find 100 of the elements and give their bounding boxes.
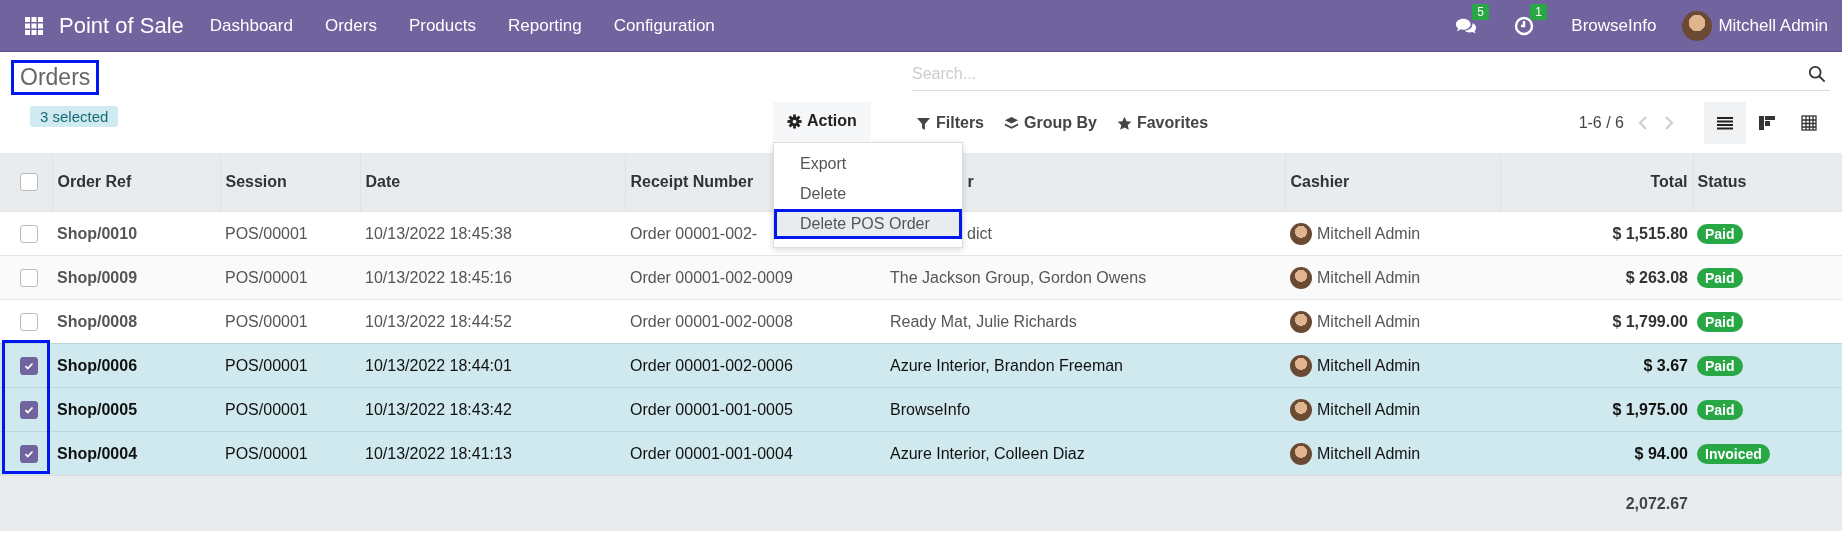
nav-menu-item[interactable]: Configuration xyxy=(613,15,715,36)
column-header[interactable]: Total xyxy=(1650,173,1688,190)
nav-menu-item[interactable]: Orders xyxy=(324,15,377,36)
nav-menu-item[interactable]: Products xyxy=(408,15,476,36)
table-cell: Azure Interior, Colleen Diaz xyxy=(890,444,1085,462)
table-cell: Order 00001-002-0006 xyxy=(630,356,793,374)
table-cell: dict xyxy=(967,224,992,242)
cashier-avatar xyxy=(1290,222,1312,245)
apps-menu-icon[interactable] xyxy=(25,16,43,35)
page-title: Orders xyxy=(14,63,97,92)
table-cell: Mitchell Admin xyxy=(1317,444,1421,463)
clock-icon[interactable] xyxy=(1513,15,1536,36)
column-header[interactable]: Date xyxy=(365,173,401,190)
table-cell: $ 1,515.80 xyxy=(1612,224,1688,242)
dropdown-item[interactable]: Export xyxy=(774,149,962,179)
sum-total: 2,072.67 xyxy=(1625,494,1688,512)
cashier-avatar xyxy=(1290,266,1312,289)
table-cell: Order 00001-001-0004 xyxy=(630,444,793,462)
table-cell: $ 1,799.00 xyxy=(1612,312,1688,330)
table-cell: Order 00001-001-0005 xyxy=(630,400,793,418)
cashier-avatar xyxy=(1290,398,1312,421)
count-badge: 5 xyxy=(1472,3,1490,20)
status-badge: Paid xyxy=(1697,267,1743,288)
table-cell: 10/13/2022 18:44:01 xyxy=(365,356,512,374)
table-cell: The Jackson Group, Gordon Owens xyxy=(890,268,1147,286)
grid-icon xyxy=(1801,115,1817,131)
status-badge: Paid xyxy=(1697,355,1743,376)
column-header[interactable]: Receipt Number xyxy=(630,173,754,190)
dropdown-item[interactable]: Delete POS Order xyxy=(774,209,962,239)
cashier-avatar xyxy=(1290,310,1312,333)
table-cell: Mitchell Admin xyxy=(1317,400,1421,419)
table-cell: Azure Interior, Brandon Freeman xyxy=(890,356,1123,374)
row-checkbox[interactable] xyxy=(20,356,38,375)
table-cell: Shop/0009 xyxy=(57,268,138,286)
kanban-icon xyxy=(1759,115,1775,131)
table-cell: $ 94.00 xyxy=(1634,444,1688,462)
column-header[interactable]: Session xyxy=(225,173,287,190)
table-row[interactable]: Shop/0005 POS/00001 10/13/2022 18:43:42 Order 00001-001-0005 BrowseInfo Mitchell Admin $ 1,975.00 Paid xyxy=(0,387,1842,432)
nav-menu-item[interactable]: Reporting xyxy=(508,15,582,36)
column-header[interactable]: Order Ref xyxy=(57,173,132,190)
table-cell: POS/00001 xyxy=(225,444,308,462)
status-badge: Paid xyxy=(1697,223,1743,244)
table-cell: 10/13/2022 18:45:38 xyxy=(365,224,512,242)
table-cell: 10/13/2022 18:41:13 xyxy=(365,444,512,462)
column-header[interactable]: Status xyxy=(1697,173,1747,190)
company-name[interactable]: BrowseInfo xyxy=(1571,15,1657,36)
row-checkbox[interactable] xyxy=(20,268,38,287)
table-cell: BrowseInfo xyxy=(890,400,971,418)
filter-icon xyxy=(916,115,931,131)
column-header[interactable]: r xyxy=(967,173,974,190)
table-cell: Mitchell Admin xyxy=(1317,268,1421,287)
select-all-checkbox[interactable] xyxy=(20,173,38,192)
table-cell: Shop/0006 xyxy=(57,356,138,374)
selection-badge: 3 selected xyxy=(30,106,119,127)
table-row[interactable]: Shop/0008 POS/00001 10/13/2022 18:44:52 Order 00001-002-0008 Ready Mat, Julie Richards Mitchell Admin $ 1,799.00 Paid xyxy=(0,299,1842,344)
table-cell: Order 00001-002-0009 xyxy=(630,268,793,286)
table-row[interactable]: Shop/0009 POS/00001 10/13/2022 18:45:16 Order 00001-002-0009 The Jackson Group, Gordon Owens Mitchell Admin $ 263.08 Paid xyxy=(0,255,1842,300)
table-cell: Shop/0010 xyxy=(57,224,138,242)
table-cell: Shop/0005 xyxy=(57,400,138,418)
filter-button[interactable]: Favorites xyxy=(1112,114,1213,132)
app-title[interactable]: Point of Sale xyxy=(59,12,184,39)
nav-menu-item[interactable]: Dashboard xyxy=(209,15,293,36)
table-cell: Shop/0004 xyxy=(57,444,138,462)
row-checkbox[interactable] xyxy=(20,400,38,419)
list-icon xyxy=(1717,115,1733,131)
action-button[interactable]: Action xyxy=(773,102,871,140)
row-checkbox[interactable] xyxy=(20,312,38,331)
status-badge: Paid xyxy=(1697,311,1743,332)
list-view-button[interactable] xyxy=(1704,102,1746,144)
row-checkbox[interactable] xyxy=(20,444,38,463)
table-row[interactable]: Shop/0006 POS/00001 10/13/2022 18:44:01 Order 00001-002-0006 Azure Interior, Brandon Freeman Mitchell Admin $ 3.67 Paid xyxy=(0,343,1842,388)
table-cell: Shop/0008 xyxy=(57,312,138,330)
filter-button[interactable]: Filters xyxy=(912,114,988,132)
table-cell: Order 00001-002-0008 xyxy=(630,312,793,330)
table-cell: 10/13/2022 18:44:52 xyxy=(365,312,512,330)
column-header[interactable]: Cashier xyxy=(1290,173,1350,190)
table-row[interactable]: Shop/0004 POS/00001 10/13/2022 18:41:13 Order 00001-001-0004 Azure Interior, Colleen Diaz Mitchell Admin $ 94.00 Invoiced xyxy=(0,431,1842,476)
dropdown-item[interactable]: Delete xyxy=(774,179,962,209)
table-cell: $ 263.08 xyxy=(1625,268,1688,286)
table-cell: POS/00001 xyxy=(225,356,308,374)
status-badge: Paid xyxy=(1697,399,1743,420)
table-cell: POS/00001 xyxy=(225,224,308,242)
table-cell: Mitchell Admin xyxy=(1317,356,1421,375)
row-checkbox[interactable] xyxy=(20,224,38,243)
table-cell: $ 1,975.00 xyxy=(1612,400,1688,418)
table-cell: POS/00001 xyxy=(225,400,308,418)
user-avatar[interactable] xyxy=(1682,10,1713,41)
table-cell: POS/00001 xyxy=(225,268,308,286)
table-cell: Order 00001-002- xyxy=(630,224,758,242)
table-cell: $ 3.67 xyxy=(1643,356,1688,374)
search-icon[interactable] xyxy=(1808,65,1826,83)
cashier-avatar xyxy=(1290,442,1312,465)
star-icon xyxy=(1116,115,1132,131)
filter-button[interactable]: Group By xyxy=(1000,114,1101,132)
table-cell: Ready Mat, Julie Richards xyxy=(890,312,1077,330)
table-cell: Mitchell Admin xyxy=(1317,312,1421,331)
user-name[interactable]: Mitchell Admin xyxy=(1718,15,1828,36)
gear-icon xyxy=(787,113,802,129)
cashier-avatar xyxy=(1290,354,1312,377)
table-cell: POS/00001 xyxy=(225,312,308,330)
